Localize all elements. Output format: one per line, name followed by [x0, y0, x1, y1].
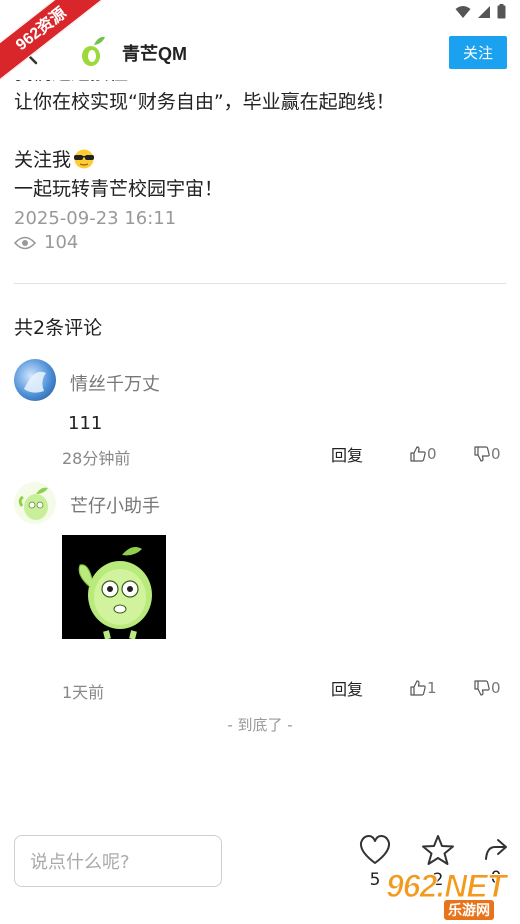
- divider: [14, 283, 506, 284]
- signal-icon: [478, 5, 490, 18]
- avatar-image: [24, 371, 46, 393]
- heart-icon: [359, 835, 391, 864]
- post-text-line: 让你在校实现“财务自由”，毕业赢在起跑线！: [14, 91, 395, 113]
- battery-icon: [497, 4, 506, 19]
- dislike-button[interactable]: 0: [474, 679, 501, 697]
- site-watermark: 962.NET 乐游网: [376, 868, 516, 920]
- like-count: 0: [427, 445, 437, 463]
- comment-count-label: 共2条评论: [14, 317, 103, 339]
- like-count: 1: [427, 679, 437, 697]
- avatar[interactable]: [14, 359, 56, 401]
- avatar[interactable]: [14, 482, 56, 524]
- post-text-line: 关注我: [14, 146, 506, 175]
- mango-mascot-sticker: [62, 535, 166, 640]
- app-logo-icon: [82, 36, 105, 66]
- post-content: 我们通通接住！ 让你在校实现“财务自由”，毕业赢在起跑线！ 关注我 一起玩转青芒…: [14, 74, 506, 204]
- thumbs-up-icon: [410, 446, 426, 462]
- comment-time: 1天前: [62, 683, 105, 702]
- like-button[interactable]: 0: [410, 445, 437, 463]
- post-date: 2025-09-23 16:11: [14, 208, 177, 229]
- share-icon: [485, 839, 507, 860]
- site-watermark-small: 乐游网: [444, 900, 494, 920]
- comment-time: 28分钟前: [62, 449, 131, 468]
- thumbs-down-icon: [474, 680, 490, 696]
- thumbs-up-icon: [410, 680, 426, 696]
- comment-input[interactable]: 说点什么呢?: [14, 835, 222, 887]
- wifi-icon: [455, 5, 471, 18]
- like-button[interactable]: 1: [410, 679, 437, 697]
- view-count: 104: [14, 232, 78, 253]
- page-title: 青芒QM: [122, 44, 187, 64]
- follow-button[interactable]: 关注: [449, 36, 507, 69]
- comment-sticker-image[interactable]: [62, 535, 166, 640]
- comment-text: 111: [68, 413, 103, 434]
- eye-icon: [14, 236, 36, 249]
- dislike-count: 0: [491, 679, 501, 697]
- view-count-value: 104: [44, 232, 79, 253]
- star-icon: [422, 835, 454, 865]
- thumbs-down-icon: [474, 446, 490, 462]
- header: 青芒QM 关注: [0, 24, 520, 80]
- reply-button[interactable]: 回复: [331, 676, 363, 700]
- comment-username[interactable]: 情丝千万丈: [70, 370, 160, 396]
- end-of-list-text: - 到底了 -: [227, 716, 293, 734]
- post-text-line: 一起玩转青芒校园宇宙！: [14, 178, 224, 200]
- avatar-image: [18, 487, 48, 520]
- reply-button[interactable]: 回复: [331, 442, 363, 466]
- sunglasses-emoji-icon: [74, 149, 95, 169]
- comment-username[interactable]: 芒仔小助手: [70, 492, 160, 518]
- dislike-count: 0: [491, 445, 501, 463]
- dislike-button[interactable]: 0: [474, 445, 501, 463]
